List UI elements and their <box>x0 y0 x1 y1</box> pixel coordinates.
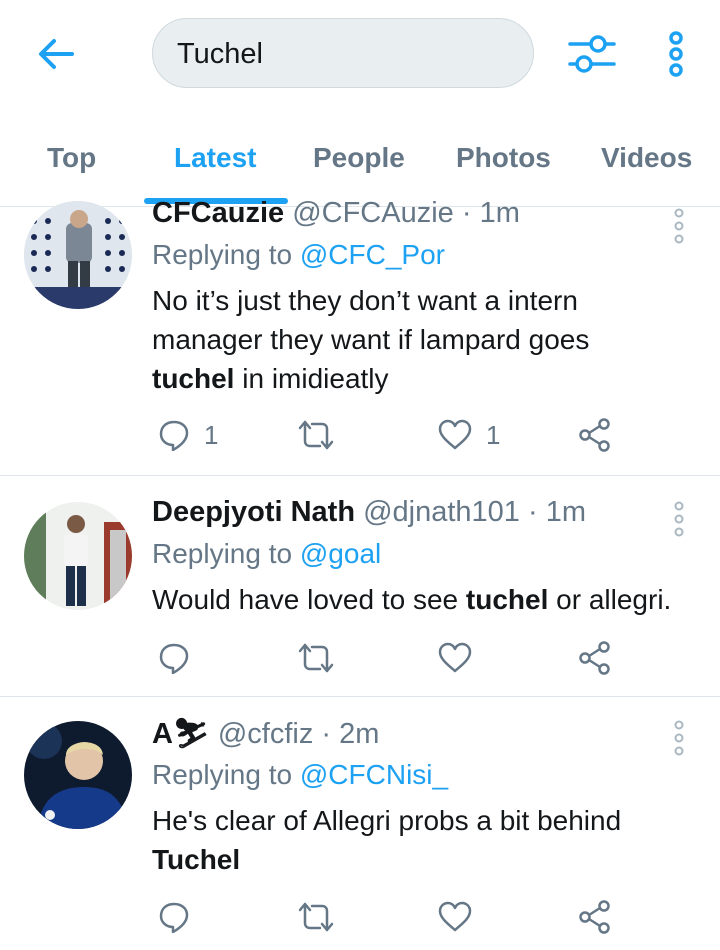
reply-mention-link[interactable]: @CFCNisi_ <box>300 759 448 790</box>
share-icon <box>579 418 610 452</box>
display-name[interactable]: CFCauzie <box>152 197 284 229</box>
highlighted-term: tuchel <box>152 363 235 394</box>
user-handle[interactable]: @djnath101 <box>363 496 520 528</box>
retweet-icon <box>298 902 334 932</box>
tab-photos[interactable]: Photos <box>456 142 551 174</box>
replying-to: Replying to @goal <box>152 538 382 569</box>
back-arrow-icon[interactable] <box>34 34 78 74</box>
retweet-button[interactable] <box>298 897 334 937</box>
share-button[interactable] <box>578 415 612 455</box>
tweet[interactable]: A⛷ @cfcfiz · 2m Replying to @CFCNisi_ He… <box>0 697 720 950</box>
search-filter-icon[interactable] <box>566 30 618 78</box>
reply-mention-link[interactable]: @goal <box>300 538 381 569</box>
tab-people[interactable]: People <box>313 142 405 174</box>
tweet-menu-icon[interactable] <box>672 719 686 759</box>
tweet-menu-icon[interactable] <box>672 500 686 540</box>
heart-icon <box>438 419 472 450</box>
user-handle[interactable]: @CFCAuzie <box>292 197 454 229</box>
retweet-icon <box>298 420 334 450</box>
like-button[interactable]: 1 <box>438 415 500 455</box>
tweet-text: He's clear of Allegri probs a bit behind… <box>152 805 622 875</box>
share-button[interactable] <box>578 897 612 937</box>
tab-latest[interactable]: Latest <box>174 142 256 174</box>
heart-icon <box>438 901 472 932</box>
reply-icon <box>159 902 189 933</box>
reply-icon <box>159 643 189 674</box>
reply-mention-link[interactable]: @CFC_Por <box>300 239 445 270</box>
tweet-header: CFCauzie @CFCAuzie · 1m <box>152 197 520 229</box>
like-count: 1 <box>486 419 501 450</box>
like-button[interactable] <box>438 897 486 937</box>
tweet[interactable]: CFCauzie @CFCAuzie · 1m Replying to @CFC… <box>0 197 720 476</box>
retweet-button[interactable] <box>298 638 334 678</box>
avatar[interactable] <box>24 502 132 610</box>
user-handle[interactable]: @cfcfiz <box>218 718 314 750</box>
retweet-icon <box>298 643 334 673</box>
tweet-header: Deepjyoti Nath @djnath101 · 1m <box>152 496 587 528</box>
tweet-header: A⛷ @cfcfiz · 2m <box>152 718 380 750</box>
overflow-menu-icon[interactable] <box>664 30 688 78</box>
retweet-button[interactable] <box>298 415 334 455</box>
tab-videos[interactable]: Videos <box>601 142 692 174</box>
avatar[interactable] <box>24 201 132 309</box>
tweet-menu-icon[interactable] <box>672 207 686 247</box>
reply-button[interactable] <box>158 638 204 678</box>
reply-button[interactable] <box>158 897 204 937</box>
tweet-time: 1m <box>545 496 587 528</box>
display-name[interactable]: A⛷ <box>152 718 210 750</box>
tweet-time: 1m <box>479 197 520 229</box>
tweet[interactable]: Deepjyoti Nath @djnath101 · 1m Replying … <box>0 476 720 697</box>
tweet-text: No it’s just they don’t want a intern ma… <box>152 285 590 394</box>
heart-icon <box>438 642 472 673</box>
tweet-text: Would have loved to see tuchel or allegr… <box>152 584 672 615</box>
search-tabs: Top Latest People Photos Videos <box>0 110 720 207</box>
replying-to: Replying to @CFCNisi_ <box>152 759 449 790</box>
search-query: Tuchel <box>177 38 263 70</box>
avatar[interactable] <box>24 721 132 829</box>
tab-top[interactable]: Top <box>47 142 96 174</box>
highlighted-term: tuchel <box>465 584 549 615</box>
replying-to: Replying to @CFC_Por <box>152 239 445 270</box>
share-icon <box>579 641 610 675</box>
share-button[interactable] <box>578 638 612 678</box>
display-name[interactable]: Deepjyoti Nath <box>152 496 355 528</box>
like-button[interactable] <box>438 638 486 678</box>
reply-count: 1 <box>204 419 219 450</box>
reply-button[interactable]: 1 <box>158 415 218 455</box>
tweet-time: 2m <box>339 718 380 750</box>
highlighted-term: Tuchel <box>152 844 241 875</box>
search-input[interactable]: Tuchel <box>152 18 534 88</box>
top-bar: Tuchel <box>0 0 720 110</box>
reply-icon <box>159 420 189 451</box>
share-icon <box>579 900 610 934</box>
